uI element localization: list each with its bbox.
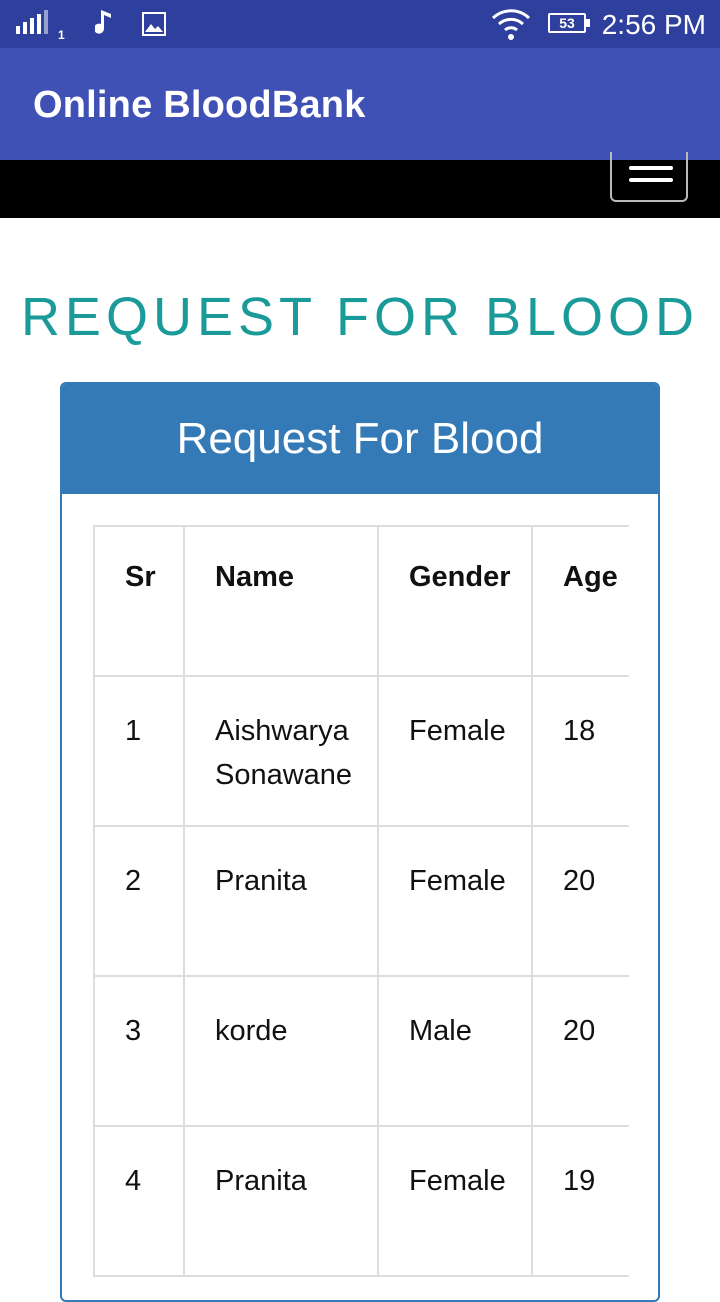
- battery-level: 53: [559, 15, 575, 31]
- table-row: 3 korde Male 20: [93, 975, 629, 1127]
- music-note-icon: [95, 10, 111, 34]
- cell-sr: 1: [93, 675, 185, 827]
- cell-age: 18: [531, 675, 629, 827]
- cell-age: 20: [531, 975, 629, 1127]
- table-row: 1 Aishwarya Sonawane Female 18: [93, 675, 629, 827]
- column-header-gender: Gender: [377, 525, 533, 677]
- cell-sr: 2: [93, 825, 185, 977]
- column-header-name: Name: [183, 525, 379, 677]
- cell-name: Pranita: [183, 1125, 379, 1277]
- table-row: 4 Pranita Female 19: [93, 1125, 629, 1277]
- cell-gender: Female: [377, 825, 533, 977]
- column-header-age: Age: [531, 525, 629, 677]
- cell-gender: Female: [377, 1125, 533, 1277]
- gallery-icon: [142, 12, 166, 36]
- cell-sr: 4: [93, 1125, 185, 1277]
- cell-age: 20: [531, 825, 629, 977]
- site-navbar: [0, 152, 720, 218]
- app-title: Online BloodBank: [33, 84, 366, 126]
- table-header-row: Sr Name Gender Age: [93, 525, 629, 677]
- panel-title: Request For Blood: [62, 384, 658, 494]
- status-bar: 1 53 2:56 PM: [0, 0, 720, 48]
- cell-sr: 3: [93, 975, 185, 1127]
- column-header-sr: Sr: [93, 525, 185, 677]
- request-panel: Request For Blood Sr Name Gender Age 1 A…: [60, 382, 660, 1302]
- hamburger-menu-icon[interactable]: [610, 152, 688, 202]
- signal-icon: [16, 10, 50, 38]
- cell-gender: Male: [377, 975, 533, 1127]
- page-title: REQUEST FOR BLOOD: [20, 287, 700, 347]
- cell-name: korde: [183, 975, 379, 1127]
- cell-name: Pranita: [183, 825, 379, 977]
- cell-name: Aishwarya Sonawane: [183, 675, 379, 827]
- table-scroll-container[interactable]: Sr Name Gender Age 1 Aishwarya Sonawane …: [93, 525, 629, 1300]
- cell-gender: Female: [377, 675, 533, 827]
- app-bar: Online BloodBank: [0, 48, 720, 160]
- battery-tip: [586, 19, 590, 27]
- sim-number: 1: [58, 28, 65, 42]
- wifi-icon: [491, 9, 531, 40]
- battery-icon: 53: [548, 13, 586, 33]
- cell-age: 19: [531, 1125, 629, 1277]
- requests-table: Sr Name Gender Age 1 Aishwarya Sonawane …: [93, 525, 629, 1277]
- clock: 2:56 PM: [601, 9, 706, 40]
- table-row: 2 Pranita Female 20: [93, 825, 629, 977]
